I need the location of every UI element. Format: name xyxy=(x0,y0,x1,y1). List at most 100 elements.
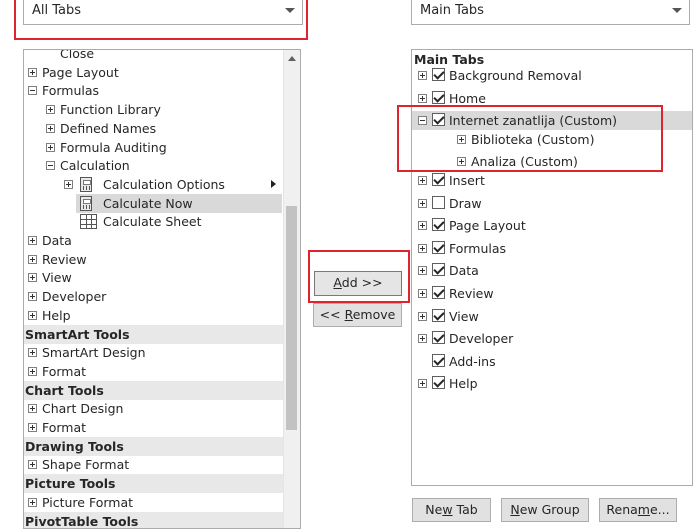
collapse-minus-icon[interactable] xyxy=(28,86,37,95)
custom-group-item[interactable]: Biblioteka (Custom) xyxy=(412,130,692,149)
new-group-button[interactable]: New Group xyxy=(501,498,589,522)
tab-visible-checkbox[interactable] xyxy=(432,68,445,81)
tree-item[interactable]: Help xyxy=(24,306,300,325)
expand-plus-icon[interactable] xyxy=(418,289,427,298)
expand-plus-icon[interactable] xyxy=(28,236,37,245)
left-commands-dropdown[interactable]: All Tabs xyxy=(23,0,303,25)
tree-item[interactable]: View xyxy=(24,268,300,287)
tree-item[interactable]: Format xyxy=(24,418,300,437)
tree-item[interactable]: Chart Design xyxy=(24,399,300,418)
commands-list[interactable]: ClosePage LayoutFormulasFunction Library… xyxy=(23,49,301,529)
main-tabs-list[interactable]: Main Tabs Background RemovalHomeInternet… xyxy=(411,49,693,486)
expand-plus-icon[interactable] xyxy=(28,423,37,432)
group-header: Picture Tools xyxy=(24,474,300,493)
ribbon-tab-item[interactable]: Home xyxy=(412,89,692,108)
tree-item[interactable]: Developer xyxy=(24,287,300,306)
tab-visible-checkbox[interactable] xyxy=(432,286,445,299)
ribbon-tab-item[interactable]: Developer xyxy=(412,329,692,348)
expand-plus-icon[interactable] xyxy=(418,334,427,343)
tab-visible-checkbox[interactable] xyxy=(432,309,445,322)
expand-plus-icon[interactable] xyxy=(46,143,55,152)
new-tab-button[interactable]: New Tab xyxy=(412,498,491,522)
expand-plus-icon[interactable] xyxy=(457,135,466,144)
right-tabs-dropdown[interactable]: Main Tabs xyxy=(411,0,690,25)
expand-plus-icon[interactable] xyxy=(418,71,427,80)
expand-plus-icon[interactable] xyxy=(28,255,37,264)
expand-plus-icon[interactable] xyxy=(418,266,427,275)
tab-visible-checkbox[interactable] xyxy=(432,376,445,389)
ribbon-tab-item[interactable]: Internet zanatlija (Custom) xyxy=(412,111,692,130)
expand-plus-icon[interactable] xyxy=(28,460,37,469)
expand-plus-icon[interactable] xyxy=(28,273,37,282)
tree-item[interactable]: Close xyxy=(24,49,300,63)
expand-plus-icon[interactable] xyxy=(28,404,37,413)
tree-item[interactable]: Shape Format xyxy=(24,455,300,474)
collapse-minus-icon[interactable] xyxy=(418,116,427,125)
command-item[interactable]: Calculate Sheet xyxy=(24,212,300,231)
expand-plus-icon[interactable] xyxy=(28,498,37,507)
expand-plus-icon[interactable] xyxy=(418,176,427,185)
scroll-up-arrow-icon[interactable] xyxy=(288,56,296,61)
tree-item-label: SmartArt Design xyxy=(42,343,146,362)
ribbon-tab-item[interactable]: Formulas xyxy=(412,239,692,258)
ribbon-tab-item[interactable]: View xyxy=(412,307,692,326)
rename-button[interactable]: Rename... xyxy=(599,498,677,522)
expand-plus-icon[interactable] xyxy=(418,94,427,103)
calculator-icon xyxy=(80,196,92,211)
ribbon-tab-item[interactable]: Help xyxy=(412,374,692,393)
tree-item[interactable]: Review xyxy=(24,250,300,269)
expand-plus-icon[interactable] xyxy=(28,311,37,320)
ribbon-tab-item[interactable]: Draw xyxy=(412,194,692,213)
tree-item[interactable]: Picture Format xyxy=(24,493,300,512)
tree-item[interactable]: Page Layout xyxy=(24,63,300,82)
expand-plus-icon[interactable] xyxy=(28,367,37,376)
expand-plus-icon[interactable] xyxy=(418,221,427,230)
command-item[interactable]: Calculation Options xyxy=(24,175,300,194)
tree-item[interactable]: Formulas xyxy=(24,81,300,100)
expand-plus-icon[interactable] xyxy=(28,348,37,357)
add-button[interactable]: Add >> xyxy=(314,271,402,296)
tab-visible-checkbox[interactable] xyxy=(432,173,445,186)
tab-visible-checkbox[interactable] xyxy=(432,263,445,276)
tree-item[interactable]: SmartArt Design xyxy=(24,343,300,362)
custom-group-item[interactable]: Analiza (Custom) xyxy=(412,152,692,171)
expand-plus-icon[interactable] xyxy=(418,244,427,253)
chevron-down-icon xyxy=(672,8,682,13)
tab-visible-checkbox[interactable] xyxy=(432,113,445,126)
expand-plus-icon[interactable] xyxy=(418,199,427,208)
tree-item[interactable]: Data xyxy=(24,231,300,250)
tree-item[interactable]: Formula Auditing xyxy=(24,138,300,157)
tab-visible-checkbox[interactable] xyxy=(432,354,445,367)
expand-plus-icon[interactable] xyxy=(28,68,37,77)
tab-visible-checkbox[interactable] xyxy=(432,91,445,104)
tree-item[interactable]: Function Library xyxy=(24,100,300,119)
expand-plus-icon[interactable] xyxy=(46,124,55,133)
collapse-minus-icon[interactable] xyxy=(46,161,55,170)
tree-item[interactable]: Calculation xyxy=(24,156,300,175)
ribbon-tab-item[interactable]: Review xyxy=(412,284,692,303)
ribbon-tab-item[interactable]: Add-ins xyxy=(412,352,692,371)
scroll-thumb[interactable] xyxy=(286,206,297,430)
tab-visible-checkbox[interactable] xyxy=(432,218,445,231)
tab-visible-checkbox[interactable] xyxy=(432,241,445,254)
group-header: PivotTable Tools xyxy=(24,512,300,529)
expand-plus-icon[interactable] xyxy=(418,379,427,388)
ribbon-tab-item[interactable]: Insert xyxy=(412,171,692,190)
tree-item[interactable]: Format xyxy=(24,362,300,381)
group-header: Chart Tools xyxy=(24,381,300,400)
tab-visible-checkbox[interactable] xyxy=(432,331,445,344)
remove-button[interactable]: << Remove xyxy=(313,303,402,327)
ribbon-tab-item[interactable]: Page Layout xyxy=(412,216,692,235)
expand-plus-icon[interactable] xyxy=(46,105,55,114)
tab-item-label: Home xyxy=(449,89,486,108)
expand-plus-icon[interactable] xyxy=(28,292,37,301)
expand-plus-icon[interactable] xyxy=(418,312,427,321)
ribbon-tab-item[interactable]: Data xyxy=(412,261,692,280)
ribbon-tab-item[interactable]: Background Removal xyxy=(412,66,692,85)
expand-plus-icon[interactable] xyxy=(457,157,466,166)
tree-item[interactable]: Defined Names xyxy=(24,119,300,138)
expand-plus-icon[interactable] xyxy=(64,180,73,189)
command-item[interactable]: Calculate Now xyxy=(76,194,282,213)
tab-visible-checkbox[interactable] xyxy=(432,196,445,209)
commands-scrollbar[interactable] xyxy=(283,50,300,528)
